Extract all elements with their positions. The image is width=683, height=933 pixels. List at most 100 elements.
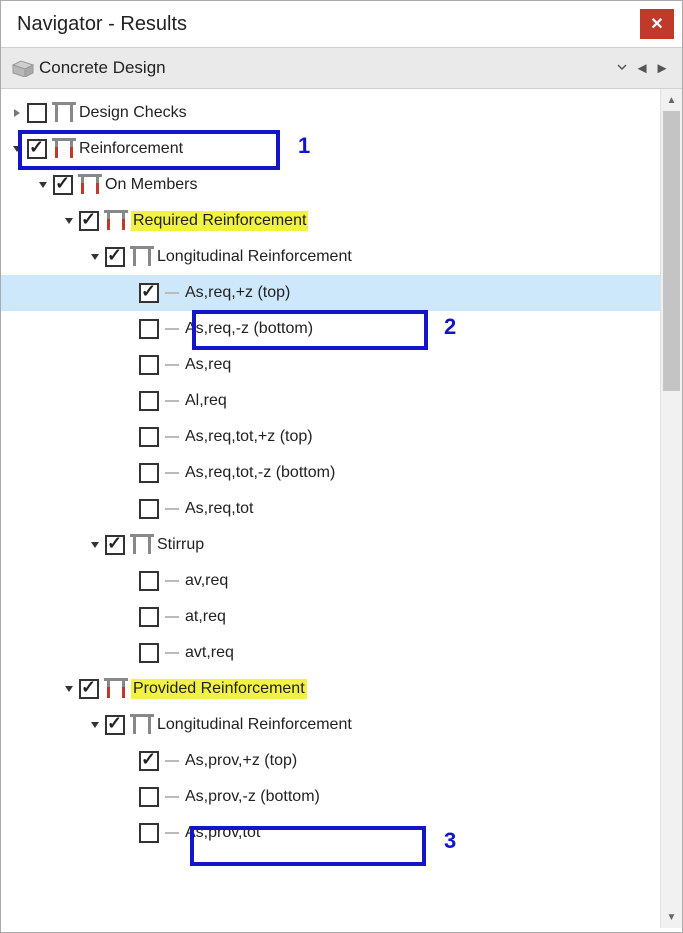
leaf-icon <box>165 292 179 294</box>
tree-label[interactable]: As,prov,-z (bottom) <box>185 788 320 806</box>
leaf-icon <box>165 580 179 582</box>
tree-row-provided-reinf: Provided Reinforcement <box>1 671 660 707</box>
checkbox[interactable] <box>105 535 125 555</box>
expander-icon[interactable] <box>87 717 103 733</box>
checkbox[interactable] <box>139 427 159 447</box>
tree-row-required-reinf: Required Reinforcement <box>1 203 660 239</box>
checkbox[interactable] <box>139 355 159 375</box>
tree-row-reinforcement: Reinforcement <box>1 131 660 167</box>
scroll-down-icon[interactable]: ▼ <box>661 906 682 928</box>
checkbox[interactable] <box>139 283 159 303</box>
expander-icon[interactable] <box>87 249 103 265</box>
leaf-icon <box>165 436 179 438</box>
chevron-down-icon[interactable] <box>612 60 632 77</box>
tree-row-stirrup: Stirrup <box>1 527 660 563</box>
checkbox[interactable] <box>139 607 159 627</box>
annotation-label-2: 2 <box>444 314 456 340</box>
expander-icon[interactable] <box>61 213 77 229</box>
beam-icon <box>103 210 129 232</box>
checkbox[interactable] <box>139 823 159 843</box>
checkbox[interactable] <box>139 571 159 591</box>
annotation-label-1: 1 <box>298 133 310 159</box>
checkbox[interactable] <box>139 463 159 483</box>
expander-icon[interactable] <box>87 537 103 553</box>
checkbox[interactable] <box>139 499 159 519</box>
checkbox[interactable] <box>105 715 125 735</box>
nav-prev-button[interactable]: ◄ <box>632 60 652 77</box>
tree-row-design-checks: Design Checks <box>1 95 660 131</box>
tree-label[interactable]: As,req,+z (top) <box>185 284 290 302</box>
nav-next-button[interactable]: ► <box>652 60 672 77</box>
tree-label[interactable]: Required Reinforcement <box>131 211 308 231</box>
scroll-thumb[interactable] <box>663 111 680 391</box>
vertical-scrollbar[interactable]: ▲ ▼ <box>660 89 682 928</box>
tree-label[interactable]: On Members <box>105 176 197 194</box>
expander-icon[interactable] <box>9 105 25 121</box>
panel-title: Navigator - Results <box>17 13 187 36</box>
checkbox[interactable] <box>139 643 159 663</box>
leaf-icon <box>165 832 179 834</box>
category-dropdown[interactable]: Concrete Design ◄ ► <box>1 47 682 89</box>
tree-label[interactable]: As,req <box>185 356 231 374</box>
concrete-icon <box>11 59 35 77</box>
close-button[interactable]: ✕ <box>640 9 674 39</box>
checkbox[interactable] <box>79 679 99 699</box>
tree-label[interactable]: As,req,tot <box>185 500 253 518</box>
leaf-icon <box>165 400 179 402</box>
checkbox[interactable] <box>139 319 159 339</box>
expander-icon[interactable] <box>35 177 51 193</box>
leaf-icon <box>165 508 179 510</box>
tree-label[interactable]: As,prov,tot <box>185 824 260 842</box>
checkbox[interactable] <box>139 391 159 411</box>
leaf-icon <box>165 616 179 618</box>
tree-label[interactable]: As,prov,+z (top) <box>185 752 297 770</box>
tree-label[interactable]: As,req,tot,-z (bottom) <box>185 464 335 482</box>
tree-label[interactable]: at,req <box>185 608 226 626</box>
checkbox[interactable] <box>79 211 99 231</box>
tree-row: As,req,tot,-z (bottom) <box>1 455 660 491</box>
leaf-icon <box>165 472 179 474</box>
expander-icon[interactable] <box>9 141 25 157</box>
beam-icon <box>129 246 155 268</box>
tree-row: As,req,-z (bottom) <box>1 311 660 347</box>
checkbox[interactable] <box>27 103 47 123</box>
tree-label[interactable]: Design Checks <box>79 104 187 122</box>
annotation-label-3: 3 <box>444 828 456 854</box>
beam-icon <box>129 714 155 736</box>
beam-icon <box>129 534 155 556</box>
tree-label[interactable]: avt,req <box>185 644 234 662</box>
tree-label[interactable]: As,req,tot,+z (top) <box>185 428 313 446</box>
tree-label[interactable]: Stirrup <box>157 536 204 554</box>
tree-row: As,req,tot <box>1 491 660 527</box>
leaf-icon <box>165 796 179 798</box>
tree-row-long-reinf: Longitudinal Reinforcement <box>1 239 660 275</box>
tree-label[interactable]: av,req <box>185 572 228 590</box>
title-bar: Navigator - Results ✕ <box>1 1 682 47</box>
checkbox[interactable] <box>53 175 73 195</box>
beam-icon <box>77 174 103 196</box>
beam-icon <box>51 138 77 160</box>
tree-row-on-members: On Members <box>1 167 660 203</box>
checkbox[interactable] <box>27 139 47 159</box>
expander-icon[interactable] <box>61 681 77 697</box>
tree-label[interactable]: Al,req <box>185 392 227 410</box>
tree-label[interactable]: Longitudinal Reinforcement <box>157 716 352 734</box>
tree-row-long-reinf-2: Longitudinal Reinforcement <box>1 707 660 743</box>
tree-row-as-prov-pz: As,prov,+z (top) <box>1 743 660 779</box>
scroll-up-icon[interactable]: ▲ <box>661 89 682 111</box>
leaf-icon <box>165 652 179 654</box>
checkbox[interactable] <box>105 247 125 267</box>
tree-row: As,prov,-z (bottom) <box>1 779 660 815</box>
tree-label[interactable]: Reinforcement <box>79 140 183 158</box>
tree-label[interactable]: As,req,-z (bottom) <box>185 320 313 338</box>
tree-row: As,req,tot,+z (top) <box>1 419 660 455</box>
checkbox[interactable] <box>139 751 159 771</box>
leaf-icon <box>165 364 179 366</box>
beam-icon <box>51 102 77 124</box>
checkbox[interactable] <box>139 787 159 807</box>
tree-label[interactable]: Longitudinal Reinforcement <box>157 248 352 266</box>
tree-row: at,req <box>1 599 660 635</box>
leaf-icon <box>165 760 179 762</box>
tree-container: Design Checks Reinforcement On Members R… <box>1 89 682 928</box>
tree-label[interactable]: Provided Reinforcement <box>131 679 307 699</box>
